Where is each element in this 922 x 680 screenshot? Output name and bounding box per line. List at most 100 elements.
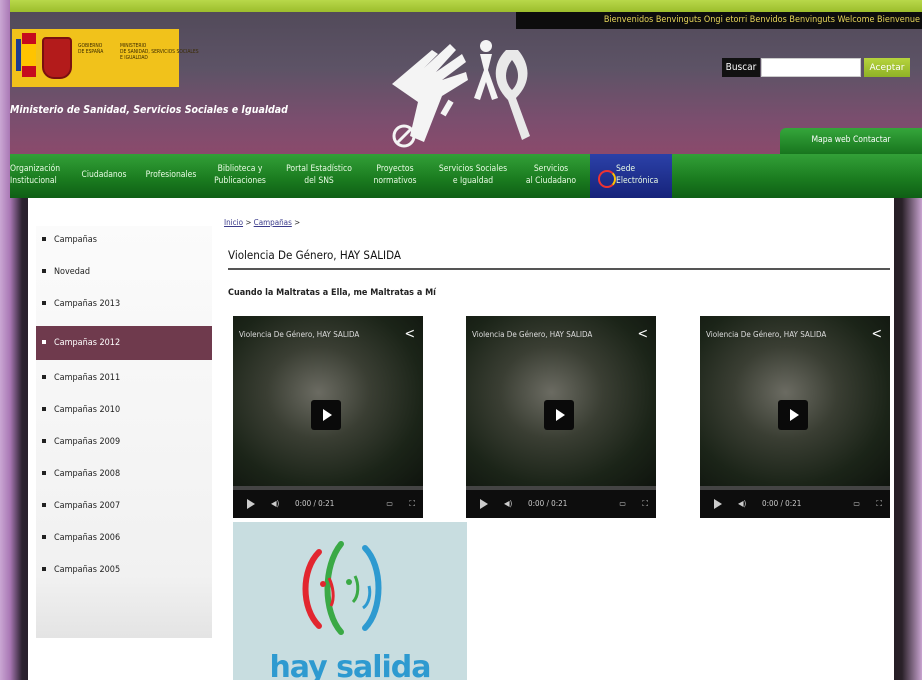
nav-item-servicios-sociales[interactable]: Servicios Sociales e Igualdad xyxy=(430,163,516,187)
sidebar-item-campanas-2008[interactable]: Campañas 2008 xyxy=(36,460,212,488)
nav-item-servicios-ciudadano[interactable]: Servicios al Ciudadano xyxy=(520,163,582,187)
video-player-2[interactable]: Violencia De Género, HAY SALIDA < ◀) 0:0… xyxy=(466,316,656,518)
sidebar-item-label: Campañas 2005 xyxy=(54,565,121,575)
fullscreen-icon[interactable]: ⛶ xyxy=(876,490,882,518)
video-time: 0:00 / 0:21 xyxy=(762,499,802,508)
search-submit-button[interactable]: Aceptar xyxy=(864,58,910,77)
nav-item-profesionales[interactable]: Profesionales xyxy=(140,169,202,181)
sidebar-item-campanas-2010[interactable]: Campañas 2010 xyxy=(36,396,212,424)
bullet-icon xyxy=(42,471,46,475)
bullet-icon xyxy=(42,269,46,273)
sidebar-item-campanas-2009[interactable]: Campañas 2009 xyxy=(36,428,212,456)
breadcrumb-home-link[interactable]: Inicio xyxy=(224,218,243,227)
sidebar-item-label: Campañas 2009 xyxy=(54,437,121,447)
sidebar-item-campanas-2007[interactable]: Campañas 2007 xyxy=(36,492,212,520)
campaign-faces-icon xyxy=(302,541,382,635)
share-icon[interactable]: < xyxy=(871,326,882,342)
youtube-logo-icon[interactable]: ▭ xyxy=(386,490,393,518)
share-icon[interactable]: < xyxy=(404,326,415,342)
video-title[interactable]: Violencia De Género, HAY SALIDA xyxy=(472,330,592,339)
video-controls: ◀) 0:00 / 0:21 ▭ ⛶ xyxy=(466,490,656,518)
sidebar-item-campanas-2005[interactable]: Campañas 2005 xyxy=(36,556,212,584)
sidebar-item-label: Campañas 2006 xyxy=(54,533,121,543)
play-button-icon[interactable] xyxy=(778,400,808,430)
volume-icon[interactable]: ◀) xyxy=(271,490,279,518)
sede-label: Sede Electrónica xyxy=(616,164,659,186)
volume-icon[interactable]: ◀) xyxy=(738,490,746,518)
play-icon[interactable] xyxy=(480,499,488,509)
bullet-icon xyxy=(42,340,46,344)
breadcrumb-separator: > xyxy=(294,218,301,227)
gov-logo-text-2: MINISTERIO DE SANIDAD, SERVICIOS SOCIALE… xyxy=(120,43,199,61)
video-player-1[interactable]: Violencia De Género, HAY SALIDA < ◀) 0:0… xyxy=(233,316,423,518)
ministry-name: Ministerio de Sanidad, Servicios Sociale… xyxy=(10,104,288,116)
nav-item-organizacion[interactable]: Organización Institucional xyxy=(10,163,68,187)
sidebar-item-campanas-2011[interactable]: Campañas 2011 xyxy=(36,364,212,392)
nav-item-portal-estadistico[interactable]: Portal Estadístico del SNS xyxy=(280,163,358,187)
video-time: 0:00 / 0:21 xyxy=(528,499,568,508)
youtube-logo-icon[interactable]: ▭ xyxy=(619,490,626,518)
sede-logo-icon xyxy=(598,170,616,188)
play-button-icon[interactable] xyxy=(311,400,341,430)
language-bar[interactable]: Bienvenidos Benvinguts Ongi etorri Benvi… xyxy=(516,12,922,29)
nav-item-proyectos[interactable]: Proyectos normativos xyxy=(364,163,426,187)
video-title[interactable]: Violencia De Género, HAY SALIDA xyxy=(706,330,826,339)
eu-flag-icon xyxy=(16,39,21,71)
bullet-icon xyxy=(42,375,46,379)
government-logo[interactable]: GOBIERNO DE ESPAÑA MINISTERIO DE SANIDAD… xyxy=(12,29,199,87)
video-player-3[interactable]: Violencia De Género, HAY SALIDA < ◀) 0:0… xyxy=(700,316,890,518)
sidebar-item-label: Campañas 2010 xyxy=(54,405,121,415)
sidebar-item-label: Campañas 2012 xyxy=(54,338,121,348)
fullscreen-icon[interactable]: ⛶ xyxy=(642,490,648,518)
bullet-icon xyxy=(42,503,46,507)
fullscreen-icon[interactable]: ⛶ xyxy=(409,490,415,518)
bullet-icon xyxy=(42,535,46,539)
play-button-icon[interactable] xyxy=(544,400,574,430)
page-subtitle: Cuando la Maltratas a Ella, me Maltratas… xyxy=(228,288,436,298)
spain-flag-icon xyxy=(22,33,36,77)
campaign-emblem-icon xyxy=(392,40,530,148)
campaign-logo-image[interactable]: hay salida xyxy=(233,522,467,680)
sidebar-item-label: Novedad xyxy=(54,267,91,277)
video-time: 0:00 / 0:21 xyxy=(295,499,335,508)
search-label: Buscar xyxy=(722,58,760,77)
utility-links[interactable]: Mapa web Contactar xyxy=(780,128,922,154)
nav-item-ciudadanos[interactable]: Ciudadanos xyxy=(74,169,134,181)
gov-logo-text-1: GOBIERNO DE ESPAÑA xyxy=(78,43,104,55)
bullet-icon xyxy=(42,407,46,411)
bullet-icon xyxy=(42,439,46,443)
bullet-icon xyxy=(42,567,46,571)
sidebar-item-campanas-2006[interactable]: Campañas 2006 xyxy=(36,524,212,552)
play-icon[interactable] xyxy=(714,499,722,509)
sidebar-item-novedad[interactable]: Novedad xyxy=(36,258,212,286)
sidebar-item-label: Campañas 2011 xyxy=(54,373,121,383)
volume-icon[interactable]: ◀) xyxy=(504,490,512,518)
nav-item-sede-electronica[interactable]: Sede Electrónica xyxy=(590,154,672,198)
sidebar-menu: Campañas Novedad Campañas 2013 Campañas … xyxy=(36,226,212,638)
sidebar-item-campanas-2013[interactable]: Campañas 2013 xyxy=(36,290,212,318)
title-divider xyxy=(228,268,890,270)
video-title[interactable]: Violencia De Género, HAY SALIDA xyxy=(239,330,359,339)
coat-of-arms-icon xyxy=(42,37,72,79)
nav-item-biblioteca[interactable]: Biblioteca y Publicaciones xyxy=(208,163,272,187)
main-content: Campañas Novedad Campañas 2013 Campañas … xyxy=(28,198,894,680)
sidebar-item-campanas[interactable]: Campañas xyxy=(36,226,212,254)
youtube-logo-icon[interactable]: ▭ xyxy=(853,490,860,518)
sidebar-item-label: Campañas xyxy=(54,235,97,245)
share-icon[interactable]: < xyxy=(637,326,648,342)
sidebar-item-label: Campañas 2007 xyxy=(54,501,121,511)
bullet-icon xyxy=(42,301,46,305)
video-controls: ◀) 0:00 / 0:21 ▭ ⛶ xyxy=(233,490,423,518)
campaign-caption: hay salida xyxy=(269,650,431,680)
breadcrumb-separator: > xyxy=(245,218,252,227)
play-icon[interactable] xyxy=(247,499,255,509)
page: Bienvenidos Benvinguts Ongi etorri Benvi… xyxy=(0,0,922,680)
search-input[interactable] xyxy=(761,58,861,77)
page-title: Violencia De Género, HAY SALIDA xyxy=(228,248,401,262)
bullet-icon xyxy=(42,237,46,241)
top-accent-bar xyxy=(10,0,922,12)
breadcrumb-section-link[interactable]: Campañas xyxy=(254,218,292,227)
site-header: Bienvenidos Benvinguts Ongi etorri Benvi… xyxy=(10,12,922,154)
sidebar-item-campanas-2012[interactable]: Campañas 2012 xyxy=(36,326,212,360)
sidebar-item-label: Campañas 2013 xyxy=(54,299,121,309)
